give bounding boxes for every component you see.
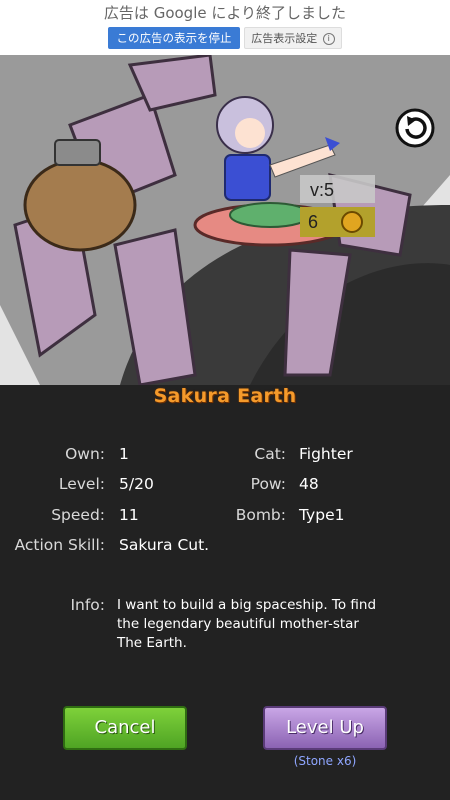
ad-title: 広告は Google により終了しました	[103, 4, 347, 22]
pow-label: Pow:	[250, 475, 286, 493]
speed-label: Speed:	[51, 506, 105, 524]
badge-count: 6	[308, 212, 318, 232]
action-skill-label: Action Skill:	[14, 536, 105, 554]
cat-value: Fighter	[299, 445, 353, 463]
level-up-button[interactable]: Level Up	[263, 706, 387, 750]
ad-settings-button[interactable]: 広告表示設定 i	[244, 27, 342, 49]
level-value: 5/20	[119, 475, 154, 493]
ad-settings-label: 広告表示設定	[251, 32, 318, 45]
action-skill-value: Sakura Cut.	[119, 536, 210, 554]
speed-value: 11	[119, 506, 139, 524]
character-art-area: v:5 6	[0, 55, 450, 385]
bomb-value: Type1	[299, 506, 345, 524]
cat-label: Cat:	[254, 445, 286, 463]
character-name: Sakura Earth	[153, 385, 297, 407]
pow-value: 48	[299, 475, 319, 493]
own-value: 1	[119, 445, 129, 463]
level-up-cost: (Stone x6)	[293, 754, 357, 768]
info-label: Info:	[70, 596, 105, 614]
level-badge: v:5	[310, 180, 334, 200]
bomb-label: Bomb:	[235, 506, 286, 524]
character-illustration: v:5 6	[0, 55, 450, 385]
info-icon: i	[322, 33, 335, 45]
own-label: Own:	[65, 445, 105, 463]
cancel-button[interactable]: Cancel	[63, 706, 187, 750]
ad-banner: 広告は Google により終了しました この広告の表示を停止 広告表示設定 i	[0, 0, 450, 55]
stop-ad-button[interactable]: この広告の表示を停止	[108, 27, 240, 49]
rotate-icon	[395, 108, 435, 148]
rotate-view-button[interactable]	[395, 108, 435, 148]
info-text: I want to build a big spaceship. To find…	[117, 597, 377, 651]
level-label: Level:	[58, 475, 105, 493]
